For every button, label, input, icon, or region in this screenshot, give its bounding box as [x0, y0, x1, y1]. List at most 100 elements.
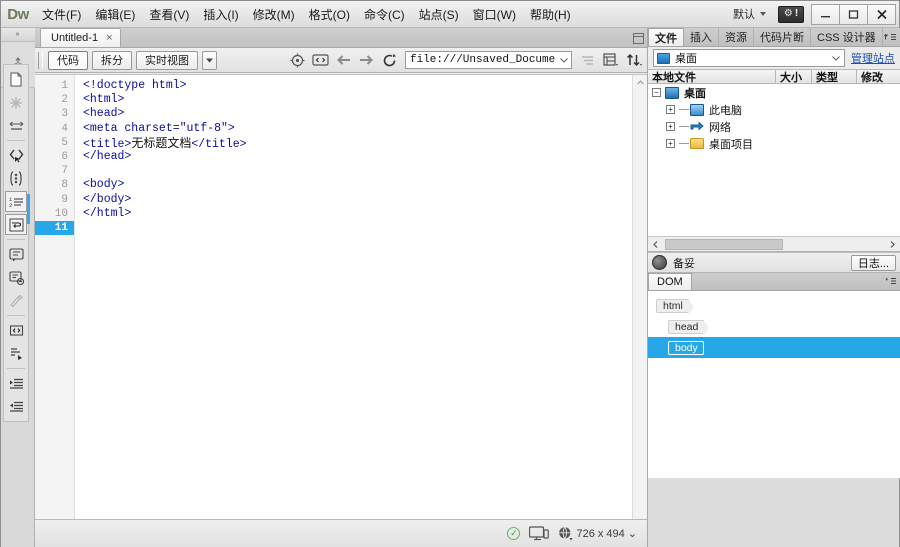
panel-tab-files[interactable]: 文件	[648, 28, 684, 46]
outdent-icon[interactable]	[5, 396, 27, 417]
menu-file[interactable]: 文件(F)	[35, 2, 88, 27]
workspace-switcher[interactable]: 默认	[727, 4, 772, 24]
view-split-button[interactable]: 拆分	[92, 50, 132, 70]
collapse-toggle-icon[interactable]: −	[652, 88, 661, 97]
creative-cloud-button[interactable]: ⚙ !	[778, 5, 804, 23]
scroll-thumb[interactable]	[665, 238, 783, 250]
menu-help[interactable]: 帮助(H)	[523, 2, 578, 27]
toolbar-grip[interactable]	[38, 51, 43, 69]
code-vertical-scrollbar[interactable]	[632, 75, 647, 530]
col-type[interactable]: 类型	[812, 70, 857, 84]
dom-panel-options-button[interactable]	[882, 274, 898, 288]
address-input[interactable]	[406, 52, 556, 68]
panel-tab-insert[interactable]: 插入	[684, 28, 719, 46]
col-size[interactable]: 大小	[776, 70, 812, 84]
address-bar[interactable]	[405, 51, 572, 69]
back-icon[interactable]	[333, 50, 354, 70]
indent-icon[interactable]	[5, 373, 27, 394]
dom-tree[interactable]: html head body	[648, 291, 900, 478]
code-text[interactable]: <!doctype html> <html> <head> <meta char…	[75, 75, 647, 530]
menu-view[interactable]: 查看(V)	[142, 2, 196, 27]
resize-icon[interactable]	[5, 115, 27, 136]
manage-sites-link[interactable]: 管理站点	[851, 50, 895, 66]
code-navigator-icon[interactable]	[5, 145, 27, 166]
svg-text:2: 2	[9, 202, 12, 209]
validator-status[interactable]: ✓	[507, 527, 521, 540]
chevron-down-icon[interactable]: ⌄	[628, 527, 637, 540]
visual-aids-icon[interactable]	[600, 50, 621, 70]
close-button[interactable]	[867, 3, 896, 25]
preview-icon[interactable]	[577, 50, 598, 70]
panel-tab-css-designer[interactable]: CSS 设计器	[811, 28, 883, 46]
rail-collapse-button[interactable]: »	[1, 28, 35, 42]
scroll-left-icon[interactable]	[648, 237, 663, 252]
forward-icon[interactable]	[356, 50, 377, 70]
scroll-right-icon[interactable]	[885, 237, 900, 252]
col-local-files[interactable]: 本地文件	[648, 70, 776, 84]
split-vertical-icon[interactable]	[5, 168, 27, 189]
col-modified[interactable]: 修改	[857, 70, 900, 84]
desktop-icon	[665, 86, 679, 99]
expand-toggle-icon[interactable]: +	[666, 105, 675, 114]
maximize-button[interactable]	[839, 3, 868, 25]
site-dropdown[interactable]: 桌面	[653, 49, 845, 67]
menu-insert[interactable]: 插入(I)	[196, 2, 245, 27]
new-document-icon[interactable]	[5, 69, 27, 90]
menu-modify[interactable]: 修改(M)	[246, 2, 302, 27]
tree-item-label: 桌面	[684, 87, 706, 100]
collapse-tag-icon[interactable]	[5, 320, 27, 341]
dom-node-body[interactable]: body	[648, 337, 900, 358]
tree-item-desktop[interactable]: − 桌面	[648, 84, 900, 101]
document-tab-options-button[interactable]	[631, 31, 645, 45]
scroll-up-icon[interactable]	[633, 75, 648, 90]
tree-item-desktop-items[interactable]: + 桌面项目	[648, 135, 900, 152]
view-code-button[interactable]: 代码	[48, 50, 88, 70]
expand-toggle-icon[interactable]: +	[666, 122, 675, 131]
log-button[interactable]: 日志...	[850, 254, 896, 271]
sort-icon[interactable]	[623, 50, 644, 70]
menu-format[interactable]: 格式(O)	[302, 2, 357, 27]
view-live-button[interactable]: 实时视图	[136, 50, 198, 70]
menu-commands[interactable]: 命令(C)	[357, 2, 412, 27]
line-number: 9	[61, 193, 68, 206]
refresh-icon[interactable]	[5, 92, 27, 113]
line-numbers-icon[interactable]: 12	[5, 191, 30, 224]
tree-item-this-pc[interactable]: + 此电脑	[648, 101, 900, 118]
document-tab-untitled-1[interactable]: Untitled-1 ×	[40, 28, 121, 47]
close-icon[interactable]: ×	[106, 32, 112, 44]
dom-node-head[interactable]: head	[648, 316, 900, 337]
tree-item-network[interactable]: + 网络	[648, 118, 900, 135]
minimize-button[interactable]	[811, 3, 840, 25]
files-status-bar: 备妥 日志...	[648, 252, 900, 273]
file-list-header: 本地文件 大小 类型 修改	[648, 69, 900, 84]
folder-icon	[690, 138, 704, 149]
chevron-down-icon[interactable]	[556, 52, 571, 68]
file-tree[interactable]: − 桌面 + 此电脑 + 网络 + 桌面项目	[648, 84, 900, 236]
format-source-icon[interactable]	[5, 343, 27, 364]
inspect-icon[interactable]	[310, 50, 331, 70]
panel-tab-snippets[interactable]: 代码片断	[754, 28, 811, 46]
file-list-horizontal-scrollbar[interactable]	[648, 236, 900, 251]
view-options-dropdown[interactable]	[202, 50, 217, 70]
refresh-icon[interactable]	[379, 50, 400, 70]
chevron-down-icon[interactable]	[832, 52, 844, 64]
dom-node-html[interactable]: html	[648, 295, 900, 316]
menu-window[interactable]: 窗口(W)	[466, 2, 523, 27]
document-size-indicator[interactable]: 726 x 494 ⌄	[558, 526, 637, 541]
highlight-icon[interactable]	[5, 290, 27, 311]
comment-icon[interactable]	[5, 244, 27, 265]
expand-toggle-icon[interactable]: +	[666, 139, 675, 148]
code-line: <!doctype html>	[83, 79, 187, 92]
panel-tab-dom[interactable]: DOM	[648, 273, 692, 290]
live-code-icon[interactable]	[287, 50, 308, 70]
word-wrap-icon[interactable]	[5, 214, 27, 235]
dom-node-label: head	[668, 319, 710, 336]
status-bar: ✓ 726 x 494 ⌄	[35, 519, 647, 547]
device-preview-button[interactable]	[529, 526, 550, 541]
code-editor[interactable]: 1 2 3 4 5 6 7 8 9 10 11 <!doctype html> …	[35, 74, 647, 530]
panel-tab-assets[interactable]: 资源	[719, 28, 754, 46]
menu-edit[interactable]: 编辑(E)	[88, 2, 142, 27]
panel-options-menu-button[interactable]	[882, 30, 898, 44]
menu-site[interactable]: 站点(S)	[412, 2, 466, 27]
uncomment-icon[interactable]	[5, 267, 27, 288]
